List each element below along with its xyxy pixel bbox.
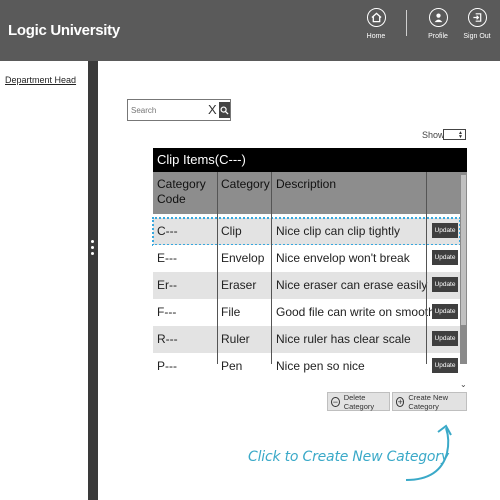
table-row[interactable]: P--- Pen Nice pen so nice Update (153, 353, 460, 380)
table-row[interactable]: C--- Clip Nice clip can clip tightly Upd… (152, 217, 461, 246)
create-category-button[interactable]: + Create New Category (392, 392, 467, 411)
sign-out-icon (467, 8, 487, 27)
update-button[interactable]: Update (432, 358, 458, 373)
search-button[interactable] (219, 102, 230, 118)
cell-code: P--- (157, 359, 177, 373)
update-button[interactable]: Update (432, 331, 458, 346)
update-button[interactable]: Update (432, 304, 458, 319)
table-row[interactable]: Er-- Eraser Nice eraser can erase easily… (153, 272, 460, 299)
nav-profile-label: Profile (428, 33, 448, 40)
table-scrollbar[interactable] (460, 172, 467, 364)
header-description: Description (276, 177, 337, 191)
nav-profile[interactable]: Profile (418, 8, 458, 40)
header-category-code: Category Code (157, 177, 206, 206)
home-icon (366, 8, 386, 27)
sidebar-splitter[interactable] (88, 61, 98, 500)
cell-code: C--- (157, 224, 178, 238)
cell-description: Nice envelop won't break (276, 251, 410, 265)
update-button[interactable]: Update (432, 250, 458, 265)
cell-code: R--- (157, 332, 178, 346)
table-row[interactable]: E--- Envelop Nice envelop won't break Up… (153, 245, 460, 272)
show-label: Show (422, 130, 445, 140)
delete-category-label: Delete Category (343, 392, 375, 411)
spinner-arrows-icon: ▲ ▼ (458, 130, 463, 140)
cell-description: Good file can write on smoothly (276, 305, 444, 319)
nav-home-label: Home (366, 33, 386, 40)
clear-search-icon[interactable]: X (208, 102, 217, 118)
annotation-arrow-icon (405, 424, 452, 481)
create-category-label: Create New Category (408, 392, 448, 411)
update-button[interactable]: Update (432, 223, 458, 238)
cell-category: Eraser (221, 278, 257, 292)
minus-circle-icon: − (331, 396, 340, 407)
cell-code: E--- (157, 251, 177, 265)
category-table: Clip Items(C---) Category Code Category … (152, 148, 467, 384)
column-divider (426, 172, 427, 364)
header-category: Category (221, 177, 270, 191)
table-title: Clip Items(C---) (153, 148, 467, 172)
column-divider (271, 172, 272, 364)
show-select[interactable]: ▲ ▼ (443, 129, 466, 140)
scrollbar-thumb[interactable] (461, 175, 466, 325)
brand-title: Logic University (8, 22, 120, 39)
cell-code: Er-- (157, 278, 177, 292)
plus-circle-icon: + (396, 396, 405, 407)
cell-description: Nice ruler has clear scale (276, 332, 411, 346)
top-header: Logic University Home Profile Sign Out (0, 0, 500, 61)
cell-category: Envelop (221, 251, 265, 265)
cell-category: File (221, 305, 241, 319)
column-divider (217, 172, 218, 364)
header-divider (406, 10, 407, 36)
cell-description: Nice clip can clip tightly (276, 224, 401, 238)
delete-category-button[interactable]: − Delete Category (327, 392, 390, 411)
splitter-grip-icon[interactable] (91, 240, 95, 258)
table-row[interactable]: F--- File Good file can write on smoothl… (153, 299, 460, 326)
search-input[interactable] (131, 103, 205, 117)
search-icon (220, 105, 229, 115)
cell-category: Pen (221, 359, 243, 373)
scroll-down-icon[interactable]: ⌄ (460, 380, 467, 389)
cell-category: Clip (221, 224, 242, 238)
table-row[interactable]: R--- Ruler Nice ruler has clear scale Up… (153, 326, 460, 353)
cell-code: F--- (157, 305, 177, 319)
cell-description: Nice eraser can erase easily (276, 278, 428, 292)
nav-home[interactable]: Home (356, 8, 396, 40)
sidebar-link-department-head[interactable]: Department Head (5, 75, 76, 85)
cell-description: Nice pen so nice (276, 359, 365, 373)
nav-sign-out[interactable]: Sign Out (457, 8, 497, 40)
search-box: X (127, 99, 231, 121)
update-button[interactable]: Update (432, 277, 458, 292)
cell-category: Ruler (221, 332, 250, 346)
profile-icon (428, 8, 448, 27)
table-header: Category Code Category Description (153, 172, 460, 214)
nav-sign-out-label: Sign Out (463, 33, 491, 40)
